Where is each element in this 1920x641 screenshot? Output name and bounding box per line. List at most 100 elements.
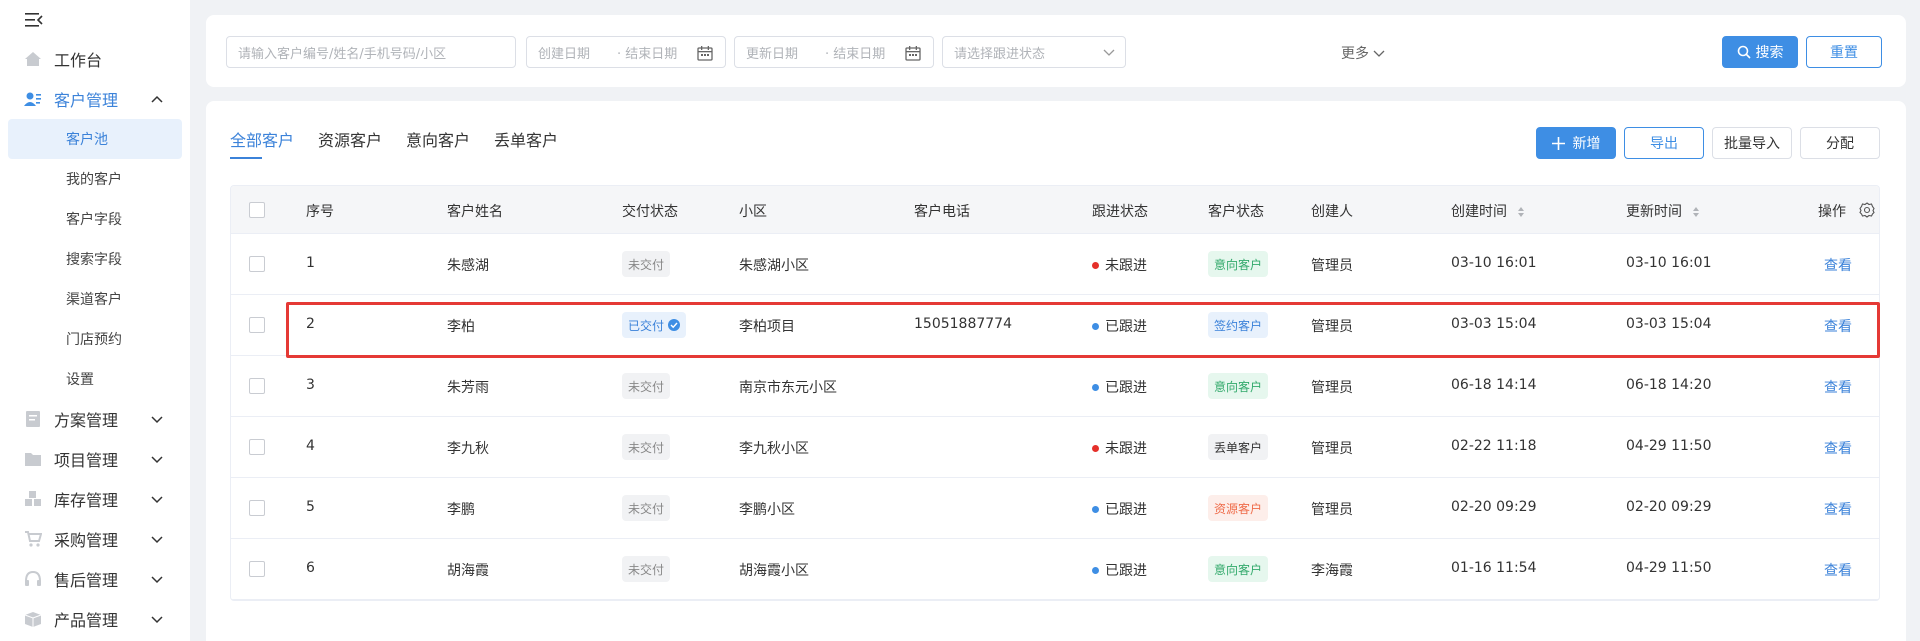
sidebar-subitem-store-appointments[interactable]: 门店预约 — [8, 319, 182, 359]
follow-status: 未跟进 — [1092, 255, 1147, 275]
cell-name: 李九秋 — [447, 441, 489, 457]
table-row: 1 朱感湖 未交付 朱感湖小区 未跟进 意向客户 管理员 03-10 16:01 03-10 1… — [231, 234, 1879, 295]
sidebar-item-label: 产品管理 — [54, 611, 119, 630]
follow-status-select[interactable]: 请选择跟进状态 — [942, 36, 1126, 68]
chevron-down-icon — [151, 496, 163, 504]
keyword-search-input[interactable]: 请输入客户编号/姓名/手机号码/小区 — [226, 36, 516, 68]
tab-intent-customers[interactable]: 意向客户 — [406, 127, 470, 151]
column-header-delivery: 交付状态 — [622, 204, 678, 220]
calendar-icon — [905, 46, 921, 61]
more-filters-label: 更多 — [1341, 46, 1369, 62]
sidebar-item-label: 工作台 — [54, 51, 103, 70]
column-header-updated-time[interactable]: 更新时间 — [1626, 201, 1700, 221]
tab-all-customers[interactable]: 全部客户 — [230, 127, 294, 151]
follow-status-placeholder: 请选择跟进状态 — [954, 46, 1046, 62]
sidebar-subitem-customer-fields[interactable]: 客户字段 — [8, 199, 182, 239]
view-link[interactable]: 查看 — [1824, 377, 1852, 397]
status-dot-icon — [1092, 383, 1099, 391]
sidebar-item-customer-management[interactable]: 客户管理 — [0, 79, 190, 119]
sidebar-item-product-management[interactable]: 产品管理 — [0, 599, 190, 639]
row-checkbox[interactable] — [249, 317, 265, 333]
row-checkbox[interactable] — [249, 256, 265, 272]
column-header-customer-status: 客户状态 — [1208, 204, 1264, 220]
cell-community: 李九秋小区 — [739, 441, 809, 457]
search-button-label: 搜索 — [1755, 45, 1784, 61]
row-checkbox[interactable] — [249, 561, 265, 577]
customer-status-badge: 签约客户 — [1208, 312, 1269, 338]
sidebar-subitem-my-customers[interactable]: 我的客户 — [8, 159, 182, 199]
sidebar-subitem-settings[interactable]: 设置 — [8, 359, 182, 399]
create-date-range-picker[interactable]: 创建日期 · 结束日期 — [526, 36, 726, 68]
follow-status-label: 已跟进 — [1105, 380, 1147, 396]
view-link[interactable]: 查看 — [1824, 438, 1852, 458]
menu-collapse-icon[interactable] — [24, 10, 44, 30]
sidebar-item-workbench[interactable]: 工作台 — [0, 39, 190, 79]
row-checkbox[interactable] — [249, 500, 265, 516]
reset-button[interactable]: 重置 — [1806, 36, 1882, 68]
row-checkbox[interactable] — [249, 378, 265, 394]
export-button[interactable]: 导出 — [1624, 127, 1704, 159]
calendar-icon — [697, 46, 713, 61]
export-button-label: 导出 — [1650, 136, 1678, 152]
active-tab-indicator — [230, 157, 262, 159]
folder-icon — [25, 453, 41, 466]
view-link[interactable]: 查看 — [1824, 316, 1852, 336]
sidebar-item-purchase-management[interactable]: 采购管理 — [0, 519, 190, 559]
table-row: 4 李九秋 未交付 李九秋小区 未跟进 丢单客户 管理员 02-22 11:18 04-29 1… — [231, 417, 1879, 478]
status-dot-icon — [1092, 444, 1099, 452]
batch-import-button[interactable]: 批量导入 — [1712, 127, 1792, 159]
delivery-status-badge: 未交付 — [622, 251, 671, 277]
check-circle-icon — [668, 319, 681, 331]
cell-creator: 管理员 — [1311, 319, 1353, 335]
chevron-down-icon — [151, 576, 163, 584]
delivery-status-label: 未交付 — [628, 257, 665, 272]
cell-created-time: 02-20 09:29 — [1451, 499, 1537, 515]
more-filters-toggle[interactable]: 更多 — [1341, 43, 1385, 63]
sidebar-subitem-customer-pool[interactable]: 客户池 — [8, 119, 182, 159]
column-header-created-time-label: 创建时间 — [1451, 204, 1507, 220]
cell-no: 3 — [306, 377, 315, 393]
sidebar-subitem-channel-customers[interactable]: 渠道客户 — [8, 279, 182, 319]
cell-creator: 管理员 — [1311, 258, 1353, 274]
cell-community: 朱感湖小区 — [739, 258, 809, 274]
view-link[interactable]: 查看 — [1824, 499, 1852, 519]
sidebar-item-after-sales-management[interactable]: 售后管理 — [0, 559, 190, 599]
follow-status: 已跟进 — [1092, 316, 1147, 336]
sort-icon[interactable] — [1692, 206, 1700, 218]
cell-community: 胡海霞小区 — [739, 563, 809, 579]
search-icon — [1737, 45, 1751, 59]
row-checkbox[interactable] — [249, 439, 265, 455]
cart-icon — [25, 531, 42, 547]
sort-icon[interactable] — [1517, 206, 1525, 218]
cell-name: 胡海霞 — [447, 563, 489, 579]
cell-name: 朱感湖 — [447, 258, 489, 274]
view-link[interactable]: 查看 — [1824, 255, 1852, 275]
column-settings-gear-icon[interactable] — [1859, 202, 1875, 218]
cell-community: 南京市东元小区 — [739, 380, 837, 396]
tab-resource-customers[interactable]: 资源客户 — [318, 127, 382, 151]
cell-updated-time: 02-20 09:29 — [1626, 499, 1712, 515]
customer-status-badge: 丢单客户 — [1208, 434, 1269, 460]
tab-lost-customers[interactable]: 丢单客户 — [494, 127, 558, 151]
chevron-down-icon — [151, 616, 163, 624]
follow-status-label: 已跟进 — [1105, 319, 1147, 335]
sidebar-item-project-management[interactable]: 项目管理 — [0, 439, 190, 479]
search-button[interactable]: 搜索 — [1722, 36, 1798, 68]
update-date-range-picker[interactable]: 更新日期 · 结束日期 — [734, 36, 934, 68]
sidebar-item-inventory-management[interactable]: 库存管理 — [0, 479, 190, 519]
select-all-checkbox[interactable] — [249, 202, 265, 218]
chevron-down-icon — [151, 416, 163, 424]
cell-phone: 15051887774 — [914, 316, 1012, 332]
add-customer-button[interactable]: 新增 — [1536, 127, 1616, 159]
status-dot-icon — [1092, 505, 1099, 513]
cell-created-time: 03-03 15:04 — [1451, 316, 1537, 332]
view-link[interactable]: 查看 — [1824, 560, 1852, 580]
sidebar-item-plan-management[interactable]: 方案管理 — [0, 399, 190, 439]
column-header-follow-status: 跟进状态 — [1092, 204, 1148, 220]
assign-button[interactable]: 分配 — [1800, 127, 1880, 159]
column-header-phone: 客户电话 — [914, 204, 970, 220]
cell-updated-time: 03-10 16:01 — [1626, 255, 1712, 271]
sidebar-subitem-search-fields[interactable]: 搜索字段 — [8, 239, 182, 279]
column-header-created-time[interactable]: 创建时间 — [1451, 201, 1525, 221]
customer-status-badge: 意向客户 — [1208, 556, 1269, 582]
